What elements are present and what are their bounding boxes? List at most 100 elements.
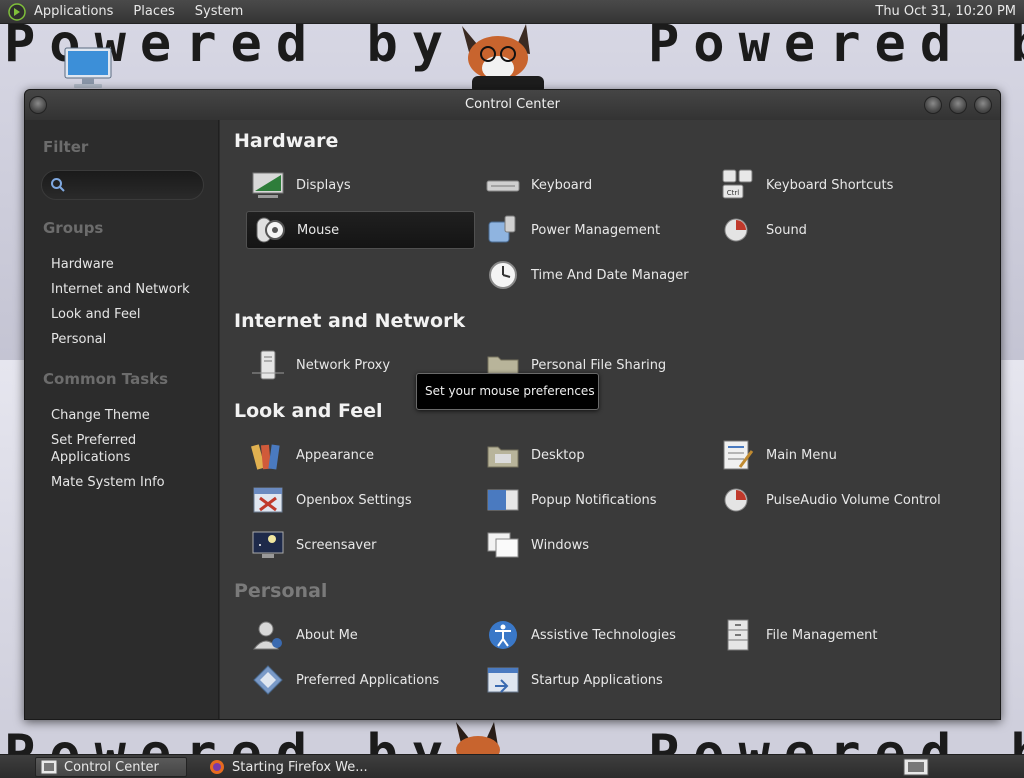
- item-keyboard-shortcuts[interactable]: Ctrl Keyboard Shortcuts: [716, 166, 893, 204]
- item-main-menu[interactable]: Main Menu: [716, 436, 837, 474]
- item-startup-applications[interactable]: Startup Applications: [481, 661, 663, 699]
- power-management-icon: [488, 215, 516, 243]
- item-assistive-technologies[interactable]: Assistive Technologies: [481, 616, 676, 654]
- accessibility-icon: [489, 621, 517, 649]
- section-title-internet: Internet and Network: [234, 310, 466, 332]
- taskbar-firefox[interactable]: Starting Firefox We...: [204, 757, 374, 777]
- mouse-icon: [256, 217, 285, 243]
- firefox-icon: [210, 760, 224, 774]
- keyboard-shortcuts-icon: Ctrl: [722, 169, 753, 199]
- filter-heading: Filter: [43, 138, 89, 156]
- item-displays[interactable]: Displays: [246, 166, 351, 204]
- applications-menu[interactable]: Applications: [32, 2, 115, 21]
- item-label: Keyboard: [531, 177, 593, 193]
- task-link-change-theme[interactable]: Change Theme: [51, 407, 211, 424]
- filter-input[interactable]: [70, 178, 190, 192]
- mate-logo-icon[interactable]: [8, 2, 26, 21]
- file-cabinet-icon: [727, 619, 749, 651]
- search-icon: [51, 178, 65, 192]
- item-label: Appearance: [296, 447, 375, 463]
- item-keyboard[interactable]: Keyboard: [481, 166, 592, 204]
- item-screensaver[interactable]: Screensaver: [246, 526, 376, 564]
- window-menu-button[interactable]: [29, 96, 47, 114]
- sidebar: Filter Groups Hardware Internet and Netw…: [25, 120, 219, 719]
- section-title-personal: Personal: [234, 580, 328, 602]
- system-menu[interactable]: System: [193, 2, 245, 21]
- filter-search-box[interactable]: [41, 170, 204, 200]
- maximize-button[interactable]: [949, 96, 967, 114]
- item-pulseaudio-volume[interactable]: PulseAudio Volume Control: [716, 481, 941, 519]
- item-label: Startup Applications: [531, 672, 663, 688]
- item-file-management[interactable]: File Management: [716, 616, 878, 654]
- taskbar-control-center[interactable]: Control Center: [35, 757, 187, 777]
- item-label: About Me: [296, 627, 358, 643]
- item-preferred-applications[interactable]: Preferred Applications: [246, 661, 439, 699]
- item-time-and-date[interactable]: Time And Date Manager: [481, 256, 689, 294]
- main-panel: Hardware Displays Keyboard Ctrl Keyboard…: [220, 120, 1000, 719]
- group-link-hardware[interactable]: Hardware: [51, 256, 211, 273]
- item-label: Openbox Settings: [296, 492, 412, 508]
- workspace-switcher-icon[interactable]: [903, 758, 929, 776]
- minimize-button[interactable]: [924, 96, 942, 114]
- fox-mascot-icon: [462, 24, 544, 94]
- task-link-system-info[interactable]: Mate System Info: [51, 474, 211, 491]
- item-label: Displays: [296, 177, 351, 193]
- item-mouse[interactable]: Mouse: [246, 211, 475, 249]
- windows-icon: [487, 532, 519, 558]
- item-label: Time And Date Manager: [531, 267, 689, 283]
- item-about-me[interactable]: About Me: [246, 616, 358, 654]
- item-popup-notifications[interactable]: Popup Notifications: [481, 481, 657, 519]
- item-label: Main Menu: [766, 447, 837, 463]
- appearance-icon: [251, 444, 280, 470]
- section-title-hardware: Hardware: [234, 130, 339, 152]
- section-title-look-and-feel: Look and Feel: [234, 400, 383, 422]
- taskbar-label: Control Center: [64, 759, 159, 775]
- fox-mascot-icon: [456, 722, 500, 756]
- item-openbox-settings[interactable]: Openbox Settings: [246, 481, 412, 519]
- item-label: Power Management: [531, 222, 661, 238]
- item-label: Preferred Applications: [296, 672, 440, 688]
- task-link-preferred-apps[interactable]: Set Preferred Applications: [51, 432, 161, 466]
- preferred-applications-icon: [253, 665, 283, 695]
- top-panel: Applications Places System Thu Oct 31, 1…: [0, 0, 1024, 24]
- mouse-tooltip: Set your mouse preferences: [416, 373, 599, 410]
- groups-heading: Groups: [43, 219, 104, 237]
- popup-notifications-icon: [487, 489, 519, 511]
- computer-desktop-icon[interactable]: [62, 46, 114, 90]
- pulseaudio-icon: [724, 488, 748, 512]
- item-label: Keyboard Shortcuts: [766, 177, 894, 193]
- group-link-look-and-feel[interactable]: Look and Feel: [51, 306, 211, 323]
- close-button[interactable]: [974, 96, 992, 114]
- about-me-icon: [252, 621, 282, 650]
- main-menu-icon: [723, 440, 754, 470]
- network-proxy-icon: [252, 350, 284, 380]
- item-label: PulseAudio Volume Control: [766, 492, 941, 508]
- keyboard-icon: [486, 180, 520, 192]
- item-label: Network Proxy: [296, 357, 391, 373]
- group-link-personal[interactable]: Personal: [51, 331, 211, 348]
- svg-text:Ctrl: Ctrl: [727, 189, 740, 197]
- item-power-management[interactable]: Power Management: [481, 211, 660, 249]
- control-center-task-icon: [40, 759, 58, 775]
- item-label: Windows: [531, 537, 590, 553]
- displays-icon: [252, 172, 284, 198]
- item-windows[interactable]: Windows: [481, 526, 589, 564]
- item-label: Popup Notifications: [531, 492, 657, 508]
- item-network-proxy[interactable]: Network Proxy: [246, 346, 390, 384]
- item-desktop[interactable]: Desktop: [481, 436, 585, 474]
- clock[interactable]: Thu Oct 31, 10:20 PM: [875, 4, 1016, 19]
- places-menu[interactable]: Places: [131, 2, 176, 21]
- startup-applications-icon: [487, 667, 519, 693]
- item-appearance[interactable]: Appearance: [246, 436, 374, 474]
- clock-icon: [489, 261, 517, 289]
- item-label: Assistive Technologies: [531, 627, 676, 643]
- sound-icon: [724, 218, 748, 242]
- item-label: Sound: [766, 222, 807, 238]
- window-titlebar[interactable]: Control Center: [25, 90, 1000, 120]
- window-title: Control Center: [465, 97, 560, 112]
- group-link-internet[interactable]: Internet and Network: [51, 281, 211, 298]
- item-label: Screensaver: [296, 537, 377, 553]
- item-sound[interactable]: Sound: [716, 211, 807, 249]
- desktop-folder-icon: [487, 446, 519, 468]
- taskbar-label: Starting Firefox We...: [232, 759, 368, 775]
